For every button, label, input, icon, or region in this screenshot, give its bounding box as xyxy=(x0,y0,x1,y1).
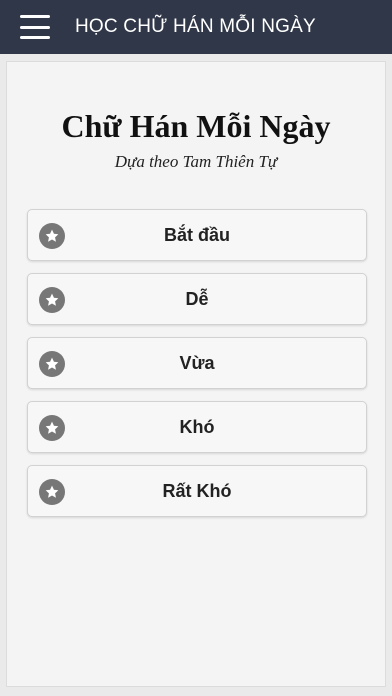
hamburger-menu-icon[interactable] xyxy=(20,15,50,39)
menu-bar-line xyxy=(20,15,50,18)
app-title: HỌC CHỮ HÁN MỖI NGÀY xyxy=(75,16,316,37)
level-button-de[interactable]: Dễ xyxy=(27,273,367,325)
main-panel: Chữ Hán Mỗi Ngày Dựa theo Tam Thiên Tự B… xyxy=(6,61,386,687)
level-button-vua[interactable]: Vừa xyxy=(27,337,367,389)
page-heading: Chữ Hán Mỗi Ngày xyxy=(61,108,331,144)
menu-bar-line xyxy=(20,36,50,39)
top-app-bar: HỌC CHỮ HÁN MỖI NGÀY xyxy=(0,0,392,54)
level-list: Bắt đầu Dễ Vừa Khó Rất Khó xyxy=(27,209,367,529)
page-subheading: Dựa theo Tam Thiên Tự xyxy=(114,152,278,171)
level-label: Dễ xyxy=(185,289,209,309)
menu-bar-line xyxy=(20,25,50,29)
level-button-rat-kho[interactable]: Rất Khó xyxy=(27,465,367,517)
level-label: Bắt đầu xyxy=(163,225,230,245)
level-label: Khó xyxy=(179,417,215,437)
level-label: Vừa xyxy=(179,353,215,373)
level-button-bat-dau[interactable]: Bắt đầu xyxy=(27,209,367,261)
level-label: Rất Khó xyxy=(162,481,232,501)
level-button-kho[interactable]: Khó xyxy=(27,401,367,453)
